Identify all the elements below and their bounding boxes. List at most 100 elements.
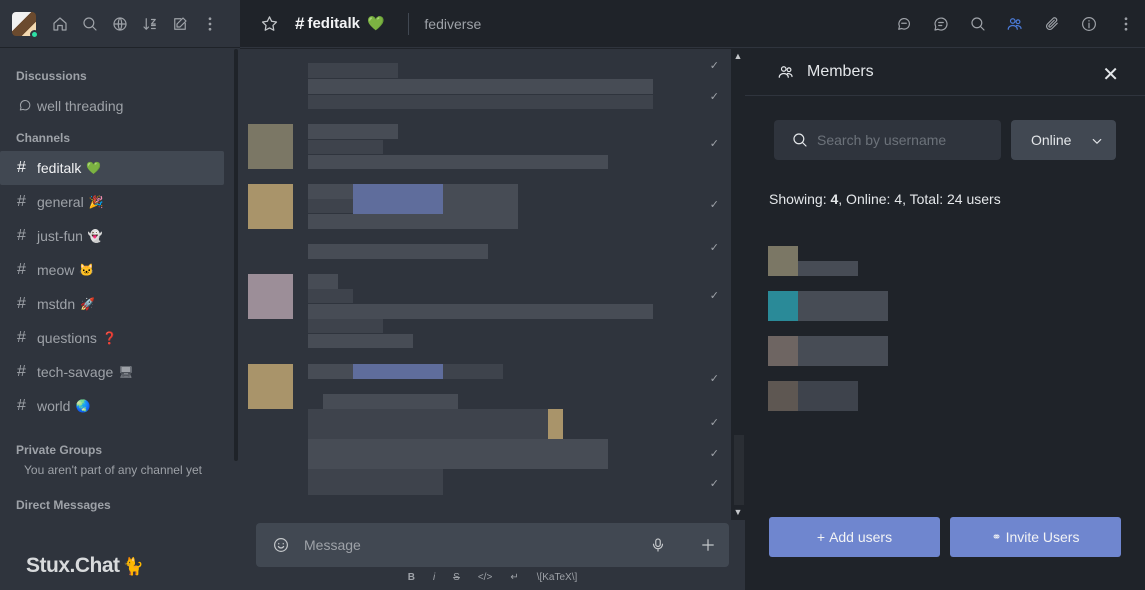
sidebar-item-feditalk[interactable]: # feditalk 💚 xyxy=(0,151,224,185)
status-filter-select[interactable]: Online xyxy=(1011,120,1116,160)
formatting-toolbar: B i S </> ↵ \[KaTeX\] xyxy=(240,572,745,583)
sidebar-item-just-fun[interactable]: # just-fun 👻 xyxy=(0,219,234,253)
read-receipt-icon: ✓ xyxy=(709,242,719,254)
channel-emoji: 🖥 xyxy=(118,365,134,379)
obscured-username xyxy=(798,336,888,366)
invite-users-button[interactable]: ⚭ Invite Users xyxy=(950,517,1121,557)
obscured-avatar xyxy=(768,336,798,366)
favorite-star-icon[interactable] xyxy=(260,14,279,33)
sidebar-item-meow[interactable]: # meow 🐱 xyxy=(0,253,234,287)
room-toolbar xyxy=(894,14,1135,33)
home-icon[interactable] xyxy=(50,14,69,33)
emoji-picker-icon[interactable] xyxy=(271,536,290,555)
bold-button[interactable]: B xyxy=(408,572,415,583)
sidebar-room-list[interactable]: Discussions well threading Channels # fed… xyxy=(0,49,234,590)
obscured-username xyxy=(798,381,858,411)
hash-icon: # xyxy=(17,329,26,346)
room-emoji: 💚 xyxy=(366,15,385,31)
sidebar-item-label: meow xyxy=(37,262,75,278)
obscured-avatar[interactable] xyxy=(248,274,293,319)
katex-button[interactable]: \[KaTeX\] xyxy=(537,572,578,583)
create-new-icon[interactable] xyxy=(170,14,189,33)
add-action-icon[interactable] xyxy=(698,536,717,555)
channel-emoji: 🚀 xyxy=(80,297,96,311)
microphone-icon[interactable] xyxy=(648,536,667,555)
hash-icon: # xyxy=(17,363,26,380)
obscured-avatar[interactable] xyxy=(248,184,293,229)
search-icon[interactable] xyxy=(968,14,987,33)
obscured-message-text xyxy=(308,140,383,154)
members-panel-title: Members xyxy=(807,63,874,80)
obscured-username xyxy=(798,261,858,276)
status-filter-value: Online xyxy=(1031,132,1072,148)
obscured-avatar xyxy=(768,291,798,321)
code-button[interactable]: </> xyxy=(478,572,492,583)
sidebar-item-general[interactable]: # general 🎉 xyxy=(0,185,234,219)
obscured-avatar[interactable] xyxy=(248,124,293,169)
scroll-up-icon[interactable]: ▲ xyxy=(731,51,745,61)
invite-users-label: Invite Users xyxy=(1005,529,1080,545)
italic-button[interactable]: i xyxy=(433,572,435,583)
obscured-username[interactable] xyxy=(308,184,353,199)
attachment-icon[interactable] xyxy=(1042,14,1061,33)
sort-icon[interactable] xyxy=(140,14,159,33)
channel-emoji: 👻 xyxy=(87,229,103,243)
header-divider xyxy=(408,12,410,35)
sidebar-item-questions[interactable]: # questions ❓ xyxy=(0,321,234,355)
kebab-menu-icon[interactable] xyxy=(200,14,219,33)
message-list[interactable]: ✓ ✓ ✓ ✓ ✓ ✓ ✓ ✓ ✓ ✓ ▲ ▼ xyxy=(240,49,745,520)
channel-emoji: ❓ xyxy=(101,331,117,345)
add-users-label: Add users xyxy=(829,529,893,545)
discussion-icon[interactable] xyxy=(894,14,913,33)
scroll-down-icon[interactable]: ▼ xyxy=(731,507,745,517)
strike-button[interactable]: S xyxy=(453,572,460,583)
kebab-menu-icon[interactable] xyxy=(1116,14,1135,33)
total-count: 24 users xyxy=(947,191,1001,207)
threads-icon[interactable] xyxy=(931,14,950,33)
scroll-thumb[interactable] xyxy=(734,435,744,505)
obscured-message-text xyxy=(548,409,563,439)
room-name: feditalk xyxy=(307,15,360,32)
obscured-username[interactable] xyxy=(308,274,338,289)
sidebar-scrollbar[interactable] xyxy=(234,49,238,461)
hash-icon: # xyxy=(17,159,26,176)
hash-icon: # xyxy=(17,261,26,278)
search-icon xyxy=(790,131,809,150)
add-users-button[interactable]: + Add users xyxy=(769,517,940,557)
message-scrollbar[interactable]: ▲ ▼ xyxy=(731,49,745,520)
multiline-button[interactable]: ↵ xyxy=(510,572,518,583)
workspace-logo: Stux.Chat 🐈 xyxy=(26,554,144,578)
message-input[interactable] xyxy=(304,537,624,553)
info-icon[interactable] xyxy=(1079,14,1098,33)
room-title[interactable]: # feditalk 💚 xyxy=(295,14,384,34)
members-icon[interactable] xyxy=(1005,14,1024,33)
read-receipt-icon: ✓ xyxy=(709,91,719,103)
obscured-avatar[interactable] xyxy=(248,364,293,409)
search-icon[interactable] xyxy=(80,14,99,33)
section-discussions: Discussions xyxy=(16,69,87,83)
online-count: 4 xyxy=(894,191,903,207)
obscured-username[interactable] xyxy=(308,364,353,379)
obscured-message-text xyxy=(308,289,353,303)
sidebar-item-label: mstdn xyxy=(37,296,76,312)
obscured-message-text xyxy=(308,214,518,229)
sidebar-item-tech-savage[interactable]: # tech-savage 🖥 xyxy=(0,355,234,389)
user-avatar[interactable] xyxy=(12,11,39,39)
section-private-groups: Private Groups xyxy=(16,443,103,457)
obscured-username[interactable] xyxy=(308,124,398,139)
sidebar-item-world[interactable]: # world 🌏 xyxy=(0,389,234,423)
composer-area: B i S </> ↵ \[KaTeX\] xyxy=(240,520,745,590)
close-icon[interactable]: ✕ xyxy=(1102,62,1119,87)
section-direct-messages: Direct Messages xyxy=(16,498,111,512)
sidebar-item-mstdn[interactable]: # mstdn 🚀 xyxy=(0,287,234,321)
sidebar-item-label: questions xyxy=(37,330,97,346)
member-search-input[interactable] xyxy=(817,132,997,148)
plus-icon: + xyxy=(816,529,826,545)
obscured-message-text xyxy=(353,364,443,379)
sidebar: Discussions well threading Channels # fed… xyxy=(0,0,240,590)
hash-icon: # xyxy=(295,13,305,33)
obscured-message-text xyxy=(308,319,383,333)
directory-globe-icon[interactable] xyxy=(110,14,129,33)
cat-logo-icon: 🐈 xyxy=(122,557,144,576)
sidebar-item-discussion[interactable]: well threading xyxy=(0,89,234,123)
